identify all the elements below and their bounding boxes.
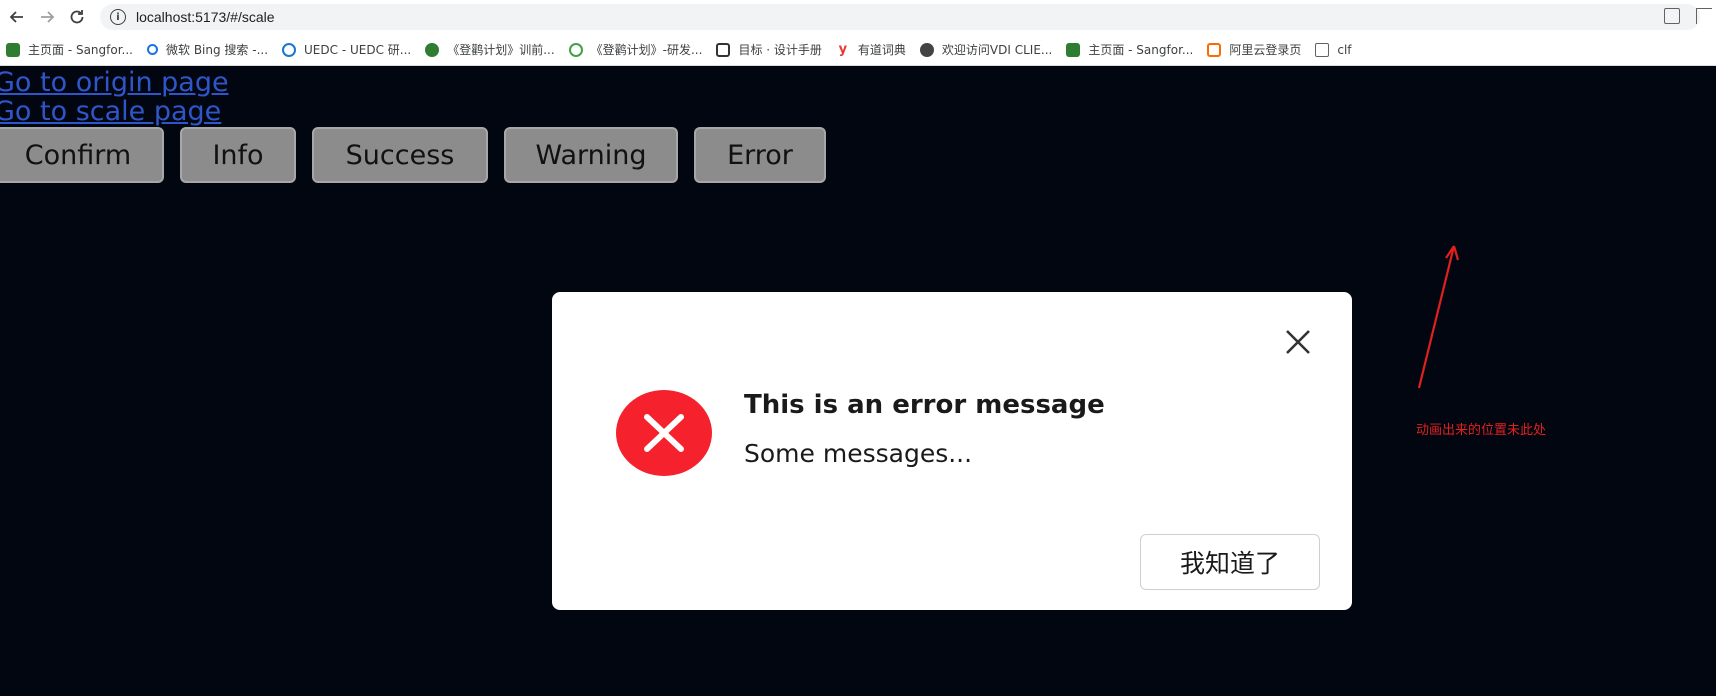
search-icon <box>147 44 158 55</box>
youdao-icon: y <box>838 41 848 57</box>
bookmark-label: 阿里云登录页 <box>1229 43 1302 57</box>
back-arrow-icon <box>9 11 23 23</box>
url-text: localhost:5173/#/scale <box>136 9 275 25</box>
bookmark-label: 欢迎访问VDI CLIE... <box>941 43 1053 57</box>
info-button[interactable]: Info <box>180 127 296 183</box>
bookmark-item[interactable]: clf <box>1315 42 1352 57</box>
back-button[interactable] <box>4 4 30 30</box>
bookmark-label: 有道词典 <box>857 43 906 57</box>
share-icon[interactable] <box>1696 8 1712 24</box>
bookmark-item[interactable]: 《登鹳计划》训前... <box>425 41 555 58</box>
uedc-icon <box>282 42 297 57</box>
shield-icon <box>568 42 583 57</box>
sangfor-icon <box>1066 42 1081 57</box>
bookmark-item[interactable]: y 有道词典 <box>836 41 906 58</box>
bookmark-item[interactable]: 欢迎访问VDI CLIE... <box>919 41 1053 58</box>
modal-message: Some messages... <box>744 439 973 468</box>
folder-icon <box>1315 42 1330 57</box>
bookmark-item[interactable]: 微软 Bing 搜索 -... <box>147 41 268 58</box>
aliyun-icon <box>1207 42 1222 57</box>
globe-icon <box>919 42 934 57</box>
site-info-icon[interactable]: i <box>110 9 126 25</box>
bookmark-label: 主页面 - Sangfor... <box>28 43 133 57</box>
book-icon <box>716 42 731 57</box>
bookmark-label: 微软 Bing 搜索 -... <box>166 43 269 57</box>
close-icon[interactable] <box>1278 322 1318 362</box>
bookmark-label: 主页面 - Sangfor... <box>1088 43 1194 57</box>
bookmark-item[interactable]: 阿里云登录页 <box>1207 41 1301 58</box>
bookmarks-bar: 主页面 - Sangfor... 微软 Bing 搜索 -... UEDC - … <box>0 34 1716 66</box>
error-button[interactable]: Error <box>694 127 826 183</box>
warning-button[interactable]: Warning <box>504 127 678 183</box>
bookmark-label: 《登鹳计划》训前... <box>447 43 555 57</box>
modal-title: This is an error message <box>744 390 1105 420</box>
scale-page-link[interactable]: Go to scale page <box>0 96 221 127</box>
bookmark-label: clf <box>1337 42 1352 57</box>
globe-icon <box>425 42 440 57</box>
bookmark-item[interactable]: 《登鹳计划》-研发... <box>568 41 703 58</box>
annotation-note: 动画出来的位置未此处 <box>1416 423 1547 438</box>
reload-icon <box>70 10 84 24</box>
success-button[interactable]: Success <box>312 127 488 183</box>
error-modal: This is an error message Some messages..… <box>552 292 1352 610</box>
bookmark-label: UEDC - UEDC 研... <box>304 43 412 57</box>
bookmark-label: 目标 · 设计手册 <box>738 43 822 57</box>
bookmark-label: 《登鹳计划》-研发... <box>590 43 703 57</box>
origin-page-link[interactable]: Go to origin page <box>0 67 229 98</box>
bookmark-item[interactable]: 主页面 - Sangfor... <box>6 41 133 58</box>
bookmark-item[interactable]: 主页面 - Sangfor... <box>1066 41 1193 58</box>
translate-icon[interactable] <box>1664 8 1680 24</box>
forward-button[interactable] <box>34 4 60 30</box>
forward-arrow-icon <box>41 11 55 23</box>
bookmark-item[interactable]: UEDC - UEDC 研... <box>282 41 411 58</box>
confirm-button[interactable]: Confirm <box>0 127 164 183</box>
url-bar[interactable]: i localhost:5173/#/scale <box>100 4 1700 30</box>
annotation-arrow-icon <box>1417 245 1460 389</box>
sangfor-icon <box>6 42 20 57</box>
reload-button[interactable] <box>64 4 90 30</box>
acknowledge-button[interactable]: 我知道了 <box>1140 534 1320 590</box>
toolbar-actions <box>1664 8 1712 24</box>
browser-toolbar: i localhost:5173/#/scale <box>0 0 1716 34</box>
bookmark-item[interactable]: 目标 · 设计手册 <box>716 41 822 58</box>
error-icon <box>616 390 712 476</box>
